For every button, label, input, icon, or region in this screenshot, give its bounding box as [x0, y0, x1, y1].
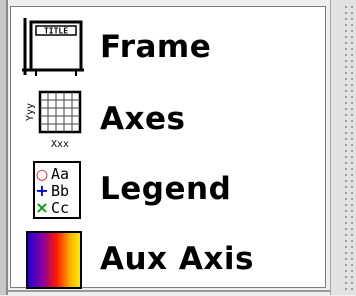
frame-icon-title-text: TITLE	[44, 27, 68, 36]
list-item-label: Aux Axis	[100, 241, 254, 277]
legend-icon: ○ Aa + Bb × Cc	[22, 160, 84, 222]
frame-icon: TITLE	[22, 18, 84, 80]
list-item-aux-axis[interactable]: Aux Axis	[14, 226, 314, 292]
list-item-legend[interactable]: ○ Aa + Bb × Cc Legend	[14, 156, 314, 222]
axes-icon-xlabel: Xxx	[51, 139, 69, 150]
list-item-label: Legend	[100, 171, 232, 207]
legend-icon-marker-3: ×	[35, 198, 48, 217]
list-item-frame[interactable]: TITLE Frame	[14, 14, 314, 80]
axes-icon: Yyy Xxx	[22, 90, 84, 152]
scrollbar-grip-texture	[343, 4, 355, 292]
list-item-label: Frame	[100, 29, 212, 65]
window-left-edge	[0, 0, 8, 295]
list-item-label: Axes	[100, 101, 186, 137]
vertical-scrollbar[interactable]	[330, 0, 356, 295]
panel-bottom-divider	[8, 290, 330, 292]
legend-icon-text-1: Aa	[51, 165, 69, 183]
list-item-axes[interactable]: Yyy Xxx Axes	[14, 86, 314, 152]
legend-icon-text-3: Cc	[51, 199, 69, 217]
legend-icon-text-2: Bb	[51, 182, 69, 200]
inspector-window: TITLE Frame Yyy Xxx Axes ○ Aa + Bb × Cc …	[0, 0, 356, 295]
aux-axis-icon	[22, 230, 84, 292]
axes-icon-ylabel: Yyy	[25, 103, 36, 121]
